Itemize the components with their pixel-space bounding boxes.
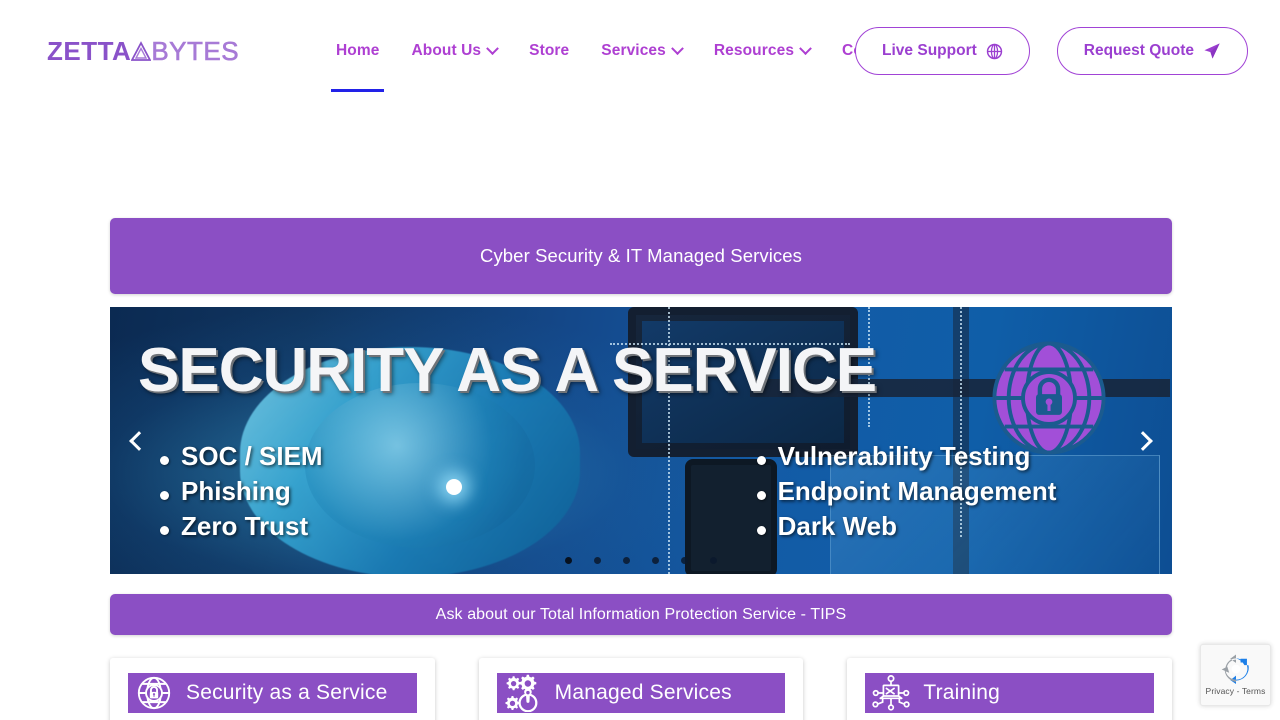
carousel-dots [110, 557, 1172, 564]
carousel-next-button[interactable] [1126, 424, 1160, 458]
chevron-left-icon [129, 430, 149, 451]
site-logo[interactable]: ZETTA BYTES [47, 35, 240, 66]
hero-list-item: Endpoint Management [777, 476, 1057, 506]
nav-item-services[interactable]: Services [585, 0, 698, 102]
carousel-dot[interactable] [565, 557, 572, 564]
gears-wrench-icon [503, 673, 543, 713]
header-action-buttons: Live Support Request Quote [855, 27, 1248, 75]
paper-plane-icon [1203, 42, 1221, 60]
chevron-down-icon [799, 41, 812, 55]
globe-support-icon [986, 43, 1003, 60]
bullet-icon [160, 456, 169, 465]
globe-lock-icon [134, 673, 174, 713]
nav-item-store[interactable]: Store [513, 0, 585, 102]
recaptcha-badge[interactable]: Privacy - Terms [1200, 644, 1271, 706]
hero-list-right: Vulnerability Testing Endpoint Managemen… [756, 439, 1057, 544]
live-support-label: Live Support [882, 42, 977, 59]
request-quote-label: Request Quote [1083, 42, 1194, 59]
carousel-dot[interactable] [594, 557, 601, 564]
service-card-security-as-a-service[interactable]: Security as a Service [110, 658, 435, 720]
page-title: Cyber Security & IT Managed Services [479, 245, 802, 266]
recaptcha-privacy-terms: Privacy - Terms [1205, 686, 1266, 696]
hero-carousel: SECURITY AS A SERVICE SOC / SIEM Phishin… [110, 307, 1172, 574]
bullet-icon [160, 491, 169, 500]
live-support-button[interactable]: Live Support [855, 27, 1030, 75]
bullet-icon [756, 491, 766, 500]
tips-banner[interactable]: Ask about our Total Information Protecti… [110, 594, 1172, 635]
content-column: Cyber Security & IT Managed Services SEC… [110, 102, 1172, 635]
service-card-title: Training [923, 681, 1001, 704]
hero-list-item: Zero Trust [181, 511, 309, 541]
hero-list-item: Vulnerability Testing [777, 441, 1031, 471]
recaptcha-icon [1221, 654, 1251, 684]
hero-feature-lists: SOC / SIEM Phishing Zero Trust Vulnerabi… [110, 439, 1172, 544]
logo-text-primary: ZETTA [47, 35, 132, 66]
nav-label: Store [529, 42, 570, 59]
hero-list-item: SOC / SIEM [181, 441, 323, 471]
tips-text: Ask about our Total Information Protecti… [435, 605, 847, 623]
page-body: Cyber Security & IT Managed Services SEC… [0, 102, 1280, 720]
carousel-dot[interactable] [681, 557, 688, 564]
carousel-prev-button[interactable] [122, 424, 156, 458]
hero-headline: SECURITY AS A SERVICE [138, 336, 877, 405]
bullet-icon [160, 526, 169, 535]
chevron-right-icon [1133, 430, 1153, 451]
nav-item-about-us[interactable]: About Us [395, 0, 513, 102]
carousel-dot[interactable] [652, 557, 659, 564]
hero-list-left: SOC / SIEM Phishing Zero Trust [160, 439, 323, 544]
hero-list-item: Dark Web [777, 511, 898, 541]
logo-text-secondary: BYTES [151, 35, 240, 66]
service-cards-row: Security as a Service Managed Services T… [110, 658, 1173, 720]
nav-item-home[interactable]: Home [320, 0, 395, 102]
carousel-dot[interactable] [623, 557, 630, 564]
request-quote-button[interactable]: Request Quote [1056, 27, 1248, 75]
service-card-header: Security as a Service [128, 673, 417, 713]
site-header: ZETTA BYTES Home About Us Store Services… [0, 0, 1280, 102]
page-title-banner: Cyber Security & IT Managed Services [110, 218, 1172, 294]
service-card-title: Managed Services [554, 681, 732, 704]
service-card-title: Security as a Service [186, 681, 388, 704]
nav-label: About Us [411, 42, 482, 59]
carousel-dot[interactable] [710, 557, 717, 564]
triangle-mark-icon [131, 40, 152, 62]
nav-label: Resources [713, 42, 795, 59]
training-network-icon [871, 673, 911, 713]
service-card-managed-services[interactable]: Managed Services [478, 658, 804, 720]
bullet-icon [756, 526, 766, 535]
service-card-training[interactable]: Training [847, 658, 1173, 720]
chevron-down-icon [671, 41, 684, 55]
service-card-header: Managed Services [496, 673, 786, 713]
chevron-down-icon [486, 41, 500, 55]
nav-label: Home [336, 42, 380, 59]
nav-item-resources[interactable]: Resources [698, 0, 826, 102]
hero-list-item: Phishing [181, 476, 291, 506]
nav-label: Services [601, 42, 666, 59]
service-card-header: Training [865, 673, 1155, 713]
bullet-icon [756, 456, 766, 465]
